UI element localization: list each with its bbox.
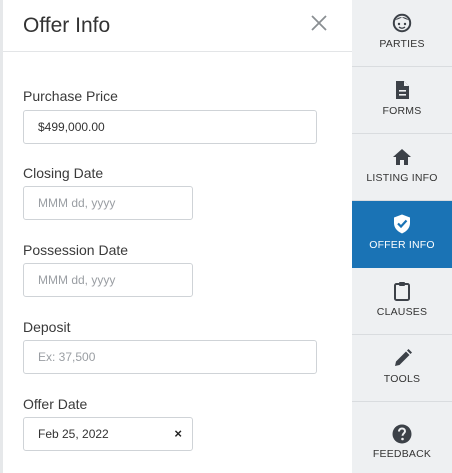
deposit-label: Deposit xyxy=(23,319,71,335)
purchase-price-input[interactable]: $499,000.00 xyxy=(23,110,317,144)
offer-info-panel: Offer Info Purchase Price $499,000.00 Cl… xyxy=(0,0,352,473)
sidebar-item-clauses[interactable]: CLAUSES xyxy=(352,268,452,335)
clear-date-button[interactable]: × xyxy=(174,418,182,450)
offer-date-label: Offer Date xyxy=(23,396,88,412)
pencil-icon xyxy=(395,349,412,366)
sidebar-item-forms[interactable]: FORMS xyxy=(352,67,452,134)
possession-date-label: Possession Date xyxy=(23,242,129,258)
deposit-input[interactable]: Ex: 37,500 xyxy=(23,340,317,374)
closing-date-label: Closing Date xyxy=(23,165,104,181)
sidebar: PARTIES FORMS LISTING INFO OFFER INFO CL… xyxy=(352,0,452,473)
shield-check-icon xyxy=(394,214,410,234)
sidebar-item-tools[interactable]: TOOLS xyxy=(352,335,452,402)
sidebar-item-label: FEEDBACK xyxy=(372,448,432,460)
sidebar-item-listing-info[interactable]: LISTING INFO xyxy=(352,134,452,201)
close-icon xyxy=(311,15,327,31)
panel-title: Offer Info xyxy=(23,14,111,37)
offer-date-value: Feb 25, 2022 xyxy=(38,427,109,441)
sidebar-item-parties[interactable]: PARTIES xyxy=(352,0,452,67)
home-icon xyxy=(393,149,411,165)
clipboard-icon xyxy=(394,282,410,301)
close-button[interactable] xyxy=(308,12,330,34)
sidebar-item-label: PARTIES xyxy=(379,38,425,50)
sidebar-item-label: TOOLS xyxy=(383,373,421,385)
offer-date-input[interactable]: Feb 25, 2022 × xyxy=(23,417,193,451)
closing-date-input[interactable]: MMM dd, yyyy xyxy=(23,186,193,220)
possession-date-input[interactable]: MMM dd, yyyy xyxy=(23,263,193,297)
panel-header: Offer Info xyxy=(3,0,352,52)
purchase-price-label: Purchase Price xyxy=(23,88,118,104)
sidebar-item-feedback[interactable]: FEEDBACK xyxy=(352,402,452,473)
document-icon xyxy=(396,81,409,99)
sidebar-item-offer-info[interactable]: OFFER INFO xyxy=(352,201,452,268)
sidebar-item-label: CLAUSES xyxy=(376,306,428,318)
help-circle-icon xyxy=(392,424,412,444)
sidebar-item-label: LISTING INFO xyxy=(366,172,438,184)
face-icon xyxy=(392,13,412,33)
sidebar-item-label: OFFER INFO xyxy=(369,239,435,251)
sidebar-item-label: FORMS xyxy=(382,105,422,117)
